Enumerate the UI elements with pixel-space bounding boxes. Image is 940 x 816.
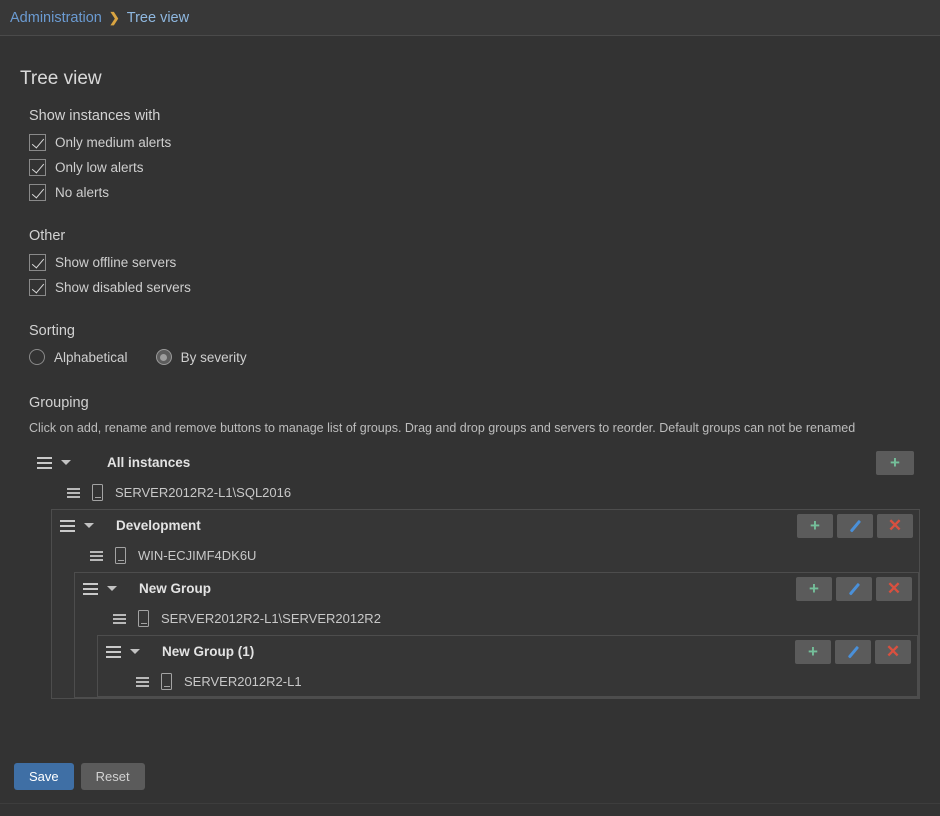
- breadcrumb-separator-icon: ❯: [108, 9, 120, 25]
- checkbox-label-show-offline-servers: Show offline servers: [55, 255, 177, 270]
- add-group-button[interactable]: +: [797, 513, 833, 538]
- chevron-down-icon[interactable]: [107, 586, 117, 591]
- group-title-development: Development: [116, 518, 201, 533]
- drag-handle-icon[interactable]: [113, 613, 126, 624]
- checkbox-row-only-low-alerts[interactable]: Only low alerts: [29, 159, 920, 176]
- section-other: Other Show offline servers Show disabled…: [29, 228, 920, 296]
- radio-alphabetical[interactable]: [29, 349, 45, 365]
- radio-label-alphabetical: Alphabetical: [54, 349, 128, 365]
- server-row[interactable]: SERVER2012R2-L1\SQL2016: [29, 478, 920, 507]
- add-group-button[interactable]: +: [795, 639, 831, 664]
- group-header-development: Development + ✕: [52, 510, 919, 541]
- group-header-new-group-1: New Group (1) + ✕: [98, 636, 917, 667]
- rename-group-button[interactable]: [836, 576, 872, 601]
- group-new-group: New Group + ✕ SERVER2012R2-L1\SERVER2012…: [74, 572, 919, 698]
- section-heading-grouping: Grouping: [29, 395, 89, 411]
- group-actions-all-instances: +: [876, 450, 914, 475]
- remove-group-button[interactable]: ✕: [875, 639, 911, 664]
- group-header-new-group: New Group + ✕: [75, 573, 918, 604]
- footer-divider: [0, 803, 940, 804]
- drag-handle-icon[interactable]: [60, 519, 75, 532]
- rename-group-button[interactable]: [835, 639, 871, 664]
- pencil-icon: [848, 582, 860, 595]
- server-icon: [92, 484, 103, 501]
- checkbox-row-show-disabled-servers[interactable]: Show disabled servers: [29, 279, 920, 296]
- drag-handle-icon[interactable]: [83, 582, 98, 595]
- drag-handle-icon[interactable]: [90, 550, 103, 561]
- chevron-down-icon[interactable]: [84, 523, 94, 528]
- group-title-new-group-1: New Group (1): [162, 644, 255, 659]
- remove-group-button[interactable]: ✕: [876, 576, 912, 601]
- remove-group-button[interactable]: ✕: [877, 513, 913, 538]
- breadcrumb-link-administration[interactable]: Administration: [10, 10, 102, 26]
- drag-handle-icon[interactable]: [106, 645, 121, 658]
- group-actions-new-group: + ✕: [796, 576, 912, 601]
- checkbox-row-show-offline-servers[interactable]: Show offline servers: [29, 254, 920, 271]
- group-development: Development + ✕ WIN-ECJIMF4DK6U New Grou…: [51, 509, 920, 699]
- pencil-icon: [849, 519, 861, 532]
- radio-label-by-severity: By severity: [180, 349, 247, 365]
- breadcrumb: Administration ❯ Tree view: [10, 10, 189, 26]
- drag-handle-icon[interactable]: [67, 487, 80, 498]
- checkbox-label-only-medium-alerts: Only medium alerts: [55, 135, 172, 150]
- section-show-instances: Show instances with Only medium alerts O…: [29, 108, 920, 201]
- add-group-button[interactable]: +: [876, 450, 914, 475]
- drag-handle-icon[interactable]: [37, 456, 52, 469]
- checkbox-row-only-medium-alerts[interactable]: Only medium alerts: [29, 134, 920, 151]
- grouping-hint-text: Click on add, rename and remove buttons …: [29, 421, 856, 435]
- server-row[interactable]: WIN-ECJIMF4DK6U: [52, 541, 919, 570]
- checkbox-label-only-low-alerts: Only low alerts: [55, 160, 144, 175]
- checkbox-only-low-alerts[interactable]: [29, 159, 46, 176]
- chevron-down-icon[interactable]: [61, 460, 71, 465]
- section-grouping: Grouping Click on add, rename and remove…: [29, 395, 920, 699]
- checkbox-label-no-alerts: No alerts: [55, 185, 110, 200]
- server-icon: [161, 673, 172, 690]
- breadcrumb-current-tree-view: Tree view: [126, 9, 190, 26]
- group-actions-new-group-1: + ✕: [795, 639, 911, 664]
- group-header-all-instances: All instances +: [29, 447, 920, 478]
- checkbox-label-show-disabled-servers: Show disabled servers: [55, 280, 191, 295]
- header-bar: Administration ❯ Tree view: [0, 0, 940, 36]
- radio-row-alphabetical[interactable]: Alphabetical: [29, 349, 128, 365]
- server-icon: [115, 547, 126, 564]
- server-name: WIN-ECJIMF4DK6U: [138, 548, 257, 563]
- checkbox-no-alerts[interactable]: [29, 184, 46, 201]
- footer-actions: Save Reset: [14, 763, 145, 790]
- server-row[interactable]: SERVER2012R2-L1\SERVER2012R2: [75, 604, 918, 633]
- radio-group-sorting: Alphabetical By severity: [29, 349, 920, 365]
- reset-button[interactable]: Reset: [80, 763, 145, 790]
- server-name: SERVER2012R2-L1\SQL2016: [115, 485, 292, 500]
- section-heading-show-instances: Show instances with: [29, 108, 161, 124]
- drag-handle-icon[interactable]: [136, 676, 149, 687]
- page-title: Tree view: [20, 68, 102, 89]
- section-heading-other: Other: [29, 228, 66, 244]
- radio-by-severity[interactable]: [155, 349, 172, 365]
- checkbox-only-medium-alerts[interactable]: [29, 134, 46, 151]
- server-row[interactable]: SERVER2012R2-L1: [98, 667, 917, 696]
- group-new-group-1: New Group (1) + ✕ SERVER2012R2-L1: [97, 635, 918, 697]
- server-name: SERVER2012R2-L1: [184, 674, 302, 689]
- page-content: Tree view Show instances with Only mediu…: [0, 68, 940, 699]
- chevron-down-icon[interactable]: [130, 649, 140, 654]
- group-title-new-group: New Group: [139, 581, 212, 596]
- save-button[interactable]: Save: [14, 763, 74, 790]
- server-icon: [138, 610, 149, 627]
- section-heading-sorting: Sorting: [29, 323, 75, 339]
- group-all-instances: All instances + SERVER2012R2-L1\SQL2016 …: [29, 447, 920, 699]
- checkbox-show-offline-servers[interactable]: [29, 254, 46, 271]
- checkbox-show-disabled-servers[interactable]: [29, 279, 46, 296]
- group-actions-development: + ✕: [797, 513, 913, 538]
- server-name: SERVER2012R2-L1\SERVER2012R2: [161, 611, 381, 626]
- rename-group-button[interactable]: [837, 513, 873, 538]
- section-sorting: Sorting Alphabetical By severity: [29, 323, 920, 365]
- add-group-button[interactable]: +: [796, 576, 832, 601]
- checkbox-row-no-alerts[interactable]: No alerts: [29, 184, 920, 201]
- radio-row-by-severity[interactable]: By severity: [155, 349, 247, 365]
- group-title-all-instances: All instances: [107, 455, 191, 470]
- pencil-icon: [847, 645, 859, 658]
